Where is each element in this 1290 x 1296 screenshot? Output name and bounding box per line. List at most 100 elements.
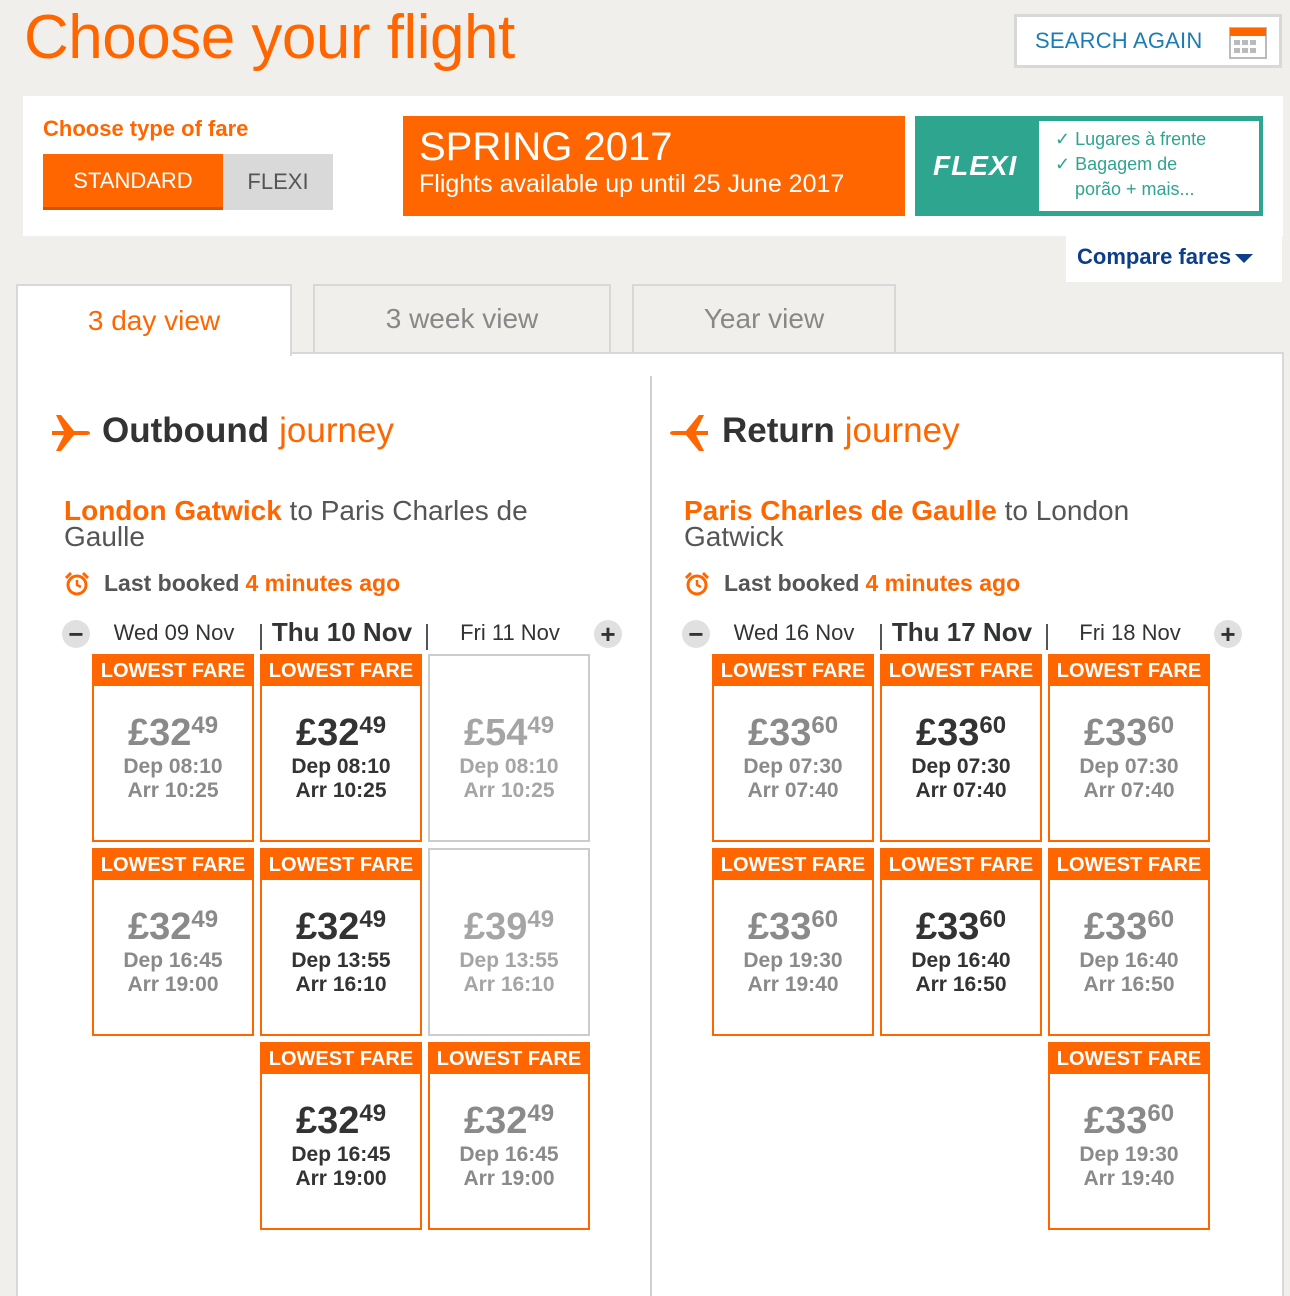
flight-card[interactable]: LOWEST FARE £3249 Dep 13:55 Arr 16:10 <box>260 848 422 1036</box>
price-pence: 49 <box>191 906 219 933</box>
flight-price: £3360 <box>1050 1094 1208 1141</box>
outbound-date-1[interactable]: Wed 09 Nov <box>90 620 258 646</box>
lowest-fare-badge: LOWEST FARE <box>882 850 1040 880</box>
return-route: Paris Charles de Gaulle to London Gatwic… <box>684 497 1204 551</box>
price-pence: 60 <box>811 712 839 739</box>
departure-time: Dep 13:55 <box>291 949 391 972</box>
flight-price: £3360 <box>882 900 1040 947</box>
compare-fares-link[interactable]: Compare fares <box>1066 236 1282 282</box>
price-pounds: £32 <box>295 1100 360 1142</box>
return-date-2-selected[interactable]: Thu 17 Nov <box>878 617 1046 648</box>
price-pence: 60 <box>1147 1100 1175 1127</box>
arrival-time: Arr 10:25 <box>127 779 219 802</box>
return-next-days-button[interactable]: + <box>1214 619 1242 649</box>
flight-price: £3249 <box>430 1094 588 1141</box>
flight-price: £3249 <box>94 900 252 947</box>
arrival-time: Arr 19:40 <box>1083 1167 1175 1190</box>
price-pounds: £33 <box>1083 712 1148 754</box>
price-pounds: £32 <box>295 712 360 754</box>
return-date-1[interactable]: Wed 16 Nov <box>710 620 878 646</box>
price-pence: 60 <box>979 712 1007 739</box>
outbound-date-2-selected[interactable]: Thu 10 Nov <box>258 617 426 648</box>
departure-time: Dep 16:45 <box>459 1143 559 1166</box>
price-pence: 49 <box>527 906 555 933</box>
flight-card[interactable]: LOWEST FARE £3360 Dep 16:40 Arr 16:50 <box>1048 848 1210 1036</box>
price-pounds: £33 <box>915 712 980 754</box>
flexi-benefits: ✓ Lugares à frente ✓ Bagagem de porão + … <box>1039 121 1259 211</box>
arrival-time: Arr 19:00 <box>295 1167 387 1190</box>
price-pounds: £32 <box>127 712 192 754</box>
flight-card[interactable]: LOWEST FARE £3360 Dep 07:30 Arr 07:40 <box>880 654 1042 842</box>
price-pence: 49 <box>359 1100 387 1127</box>
flight-times: Dep 07:30 Arr 07:40 <box>714 755 872 803</box>
spring-banner[interactable]: SPRING 2017 Flights available up until 2… <box>403 116 905 216</box>
return-date-3[interactable]: Fri 18 Nov <box>1046 620 1214 646</box>
chevron-down-icon <box>1235 253 1254 263</box>
spring-banner-subtitle: Flights available up until 25 June 2017 <box>419 170 845 198</box>
arrival-time: Arr 19:40 <box>747 973 839 996</box>
search-again-button[interactable]: SEARCH AGAIN <box>1014 14 1282 68</box>
flight-price: £3360 <box>1050 900 1208 947</box>
flight-card[interactable]: LOWEST FARE £3360 Dep 19:30 Arr 19:40 <box>1048 1042 1210 1230</box>
price-pence: 60 <box>979 906 1007 933</box>
alarm-clock-icon <box>64 571 90 595</box>
flight-card[interactable]: £5449 Dep 08:10 Arr 10:25 <box>428 654 590 842</box>
return-booked-ago: 4 minutes ago <box>865 570 1021 596</box>
flight-results-panel: Outbound journey London Gatwick to Paris… <box>16 352 1284 1296</box>
flight-times: Dep 08:10 Arr 10:25 <box>262 755 420 803</box>
outbound-date-bar: − Wed 09 Nov Thu 10 Nov Fri 11 Nov + <box>60 616 630 650</box>
lowest-fare-badge: LOWEST FARE <box>1050 1044 1208 1074</box>
flight-card[interactable]: LOWEST FARE £3249 Dep 16:45 Arr 19:00 <box>260 1042 422 1230</box>
flexi-benefit-1: ✓ Lugares à frente <box>1055 129 1207 149</box>
lowest-fare-badge: LOWEST FARE <box>714 850 872 880</box>
flight-card[interactable]: LOWEST FARE £3249 Dep 08:10 Arr 10:25 <box>92 654 254 842</box>
flight-price: £3249 <box>262 900 420 947</box>
return-date-bar: − Wed 16 Nov Thu 17 Nov Fri 18 Nov + <box>680 616 1250 650</box>
price-pounds: £33 <box>915 906 980 948</box>
price-pounds: £33 <box>1083 906 1148 948</box>
standard-fare-button[interactable]: STANDARD <box>43 154 223 210</box>
flight-times: Dep 08:10 Arr 10:25 <box>430 755 588 803</box>
flight-times: Dep 07:30 Arr 07:40 <box>882 755 1040 803</box>
return-heading-bold: Return <box>722 411 835 450</box>
departure-time: Dep 07:30 <box>1079 755 1179 778</box>
departure-time: Dep 07:30 <box>743 755 843 778</box>
tab-3-day-view[interactable]: 3 day view <box>16 284 292 356</box>
lowest-fare-badge: LOWEST FARE <box>1050 850 1208 880</box>
flight-card[interactable]: LOWEST FARE £3360 Dep 07:30 Arr 07:40 <box>712 654 874 842</box>
lowest-fare-badge: LOWEST FARE <box>94 656 252 686</box>
flight-card[interactable]: LOWEST FARE £3249 Dep 08:10 Arr 10:25 <box>260 654 422 842</box>
lowest-fare-badge: LOWEST FARE <box>262 1044 420 1074</box>
alarm-clock-icon <box>684 571 710 595</box>
flight-price: £3360 <box>1050 706 1208 753</box>
outbound-next-days-button[interactable]: + <box>594 619 622 649</box>
flight-card[interactable]: LOWEST FARE £3360 Dep 19:30 Arr 19:40 <box>712 848 874 1036</box>
flight-card[interactable]: LOWEST FARE £3360 Dep 07:30 Arr 07:40 <box>1048 654 1210 842</box>
price-pounds: £32 <box>463 1100 528 1142</box>
tab-3-week-view[interactable]: 3 week view <box>313 284 611 354</box>
search-again-label: SEARCH AGAIN <box>1035 28 1203 53</box>
flight-card[interactable]: £3949 Dep 13:55 Arr 16:10 <box>428 848 590 1036</box>
outbound-prev-days-button[interactable]: − <box>62 619 90 649</box>
lowest-fare-badge: LOWEST FARE <box>94 850 252 880</box>
flight-times: Dep 07:30 Arr 07:40 <box>1050 755 1208 803</box>
flight-times: Dep 08:10 Arr 10:25 <box>94 755 252 803</box>
flexi-fare-button[interactable]: FLEXI <box>223 154 333 210</box>
price-pence: 49 <box>527 1100 555 1127</box>
price-pounds: £32 <box>295 906 360 948</box>
flight-price: £3360 <box>882 706 1040 753</box>
flight-times: Dep 13:55 Arr 16:10 <box>430 949 588 997</box>
price-pence: 60 <box>811 906 839 933</box>
return-booked-label: Last booked <box>724 570 860 596</box>
lowest-fare-badge: LOWEST FARE <box>882 656 1040 686</box>
flexi-banner[interactable]: FLEXI ✓ Lugares à frente ✓ Bagagem de po… <box>915 116 1263 216</box>
flexi-benefit-3: porão + mais... <box>1075 179 1195 199</box>
tab-year-view[interactable]: Year view <box>632 284 896 354</box>
return-prev-days-button[interactable]: − <box>682 619 710 649</box>
flight-card[interactable]: LOWEST FARE £3249 Dep 16:45 Arr 19:00 <box>92 848 254 1036</box>
arrival-time: Arr 16:10 <box>463 973 555 996</box>
price-pounds: £39 <box>463 906 528 948</box>
flight-card[interactable]: LOWEST FARE £3249 Dep 16:45 Arr 19:00 <box>428 1042 590 1230</box>
outbound-date-3[interactable]: Fri 11 Nov <box>426 620 594 646</box>
flight-card[interactable]: LOWEST FARE £3360 Dep 16:40 Arr 16:50 <box>880 848 1042 1036</box>
